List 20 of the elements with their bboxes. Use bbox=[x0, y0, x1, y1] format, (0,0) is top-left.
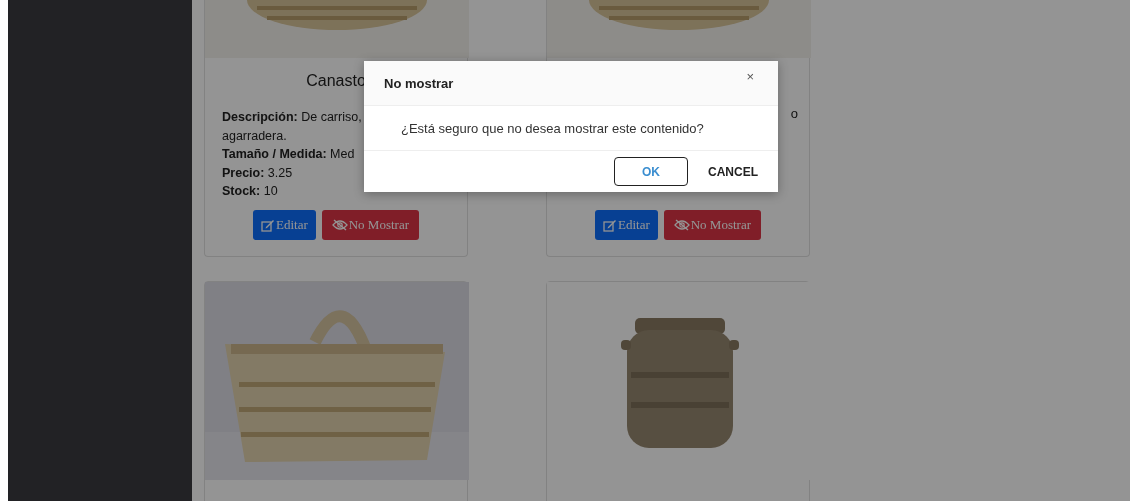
eye-slash-icon bbox=[331, 219, 348, 231]
product-detail: Descripción: De carriso, bbox=[222, 109, 362, 126]
product-detail: Stock: 10 bbox=[222, 183, 278, 200]
eye-slash-icon bbox=[673, 219, 690, 231]
product-detail: Precio: 3.25 bbox=[222, 164, 293, 182]
edit-button[interactable]: Editar bbox=[594, 210, 658, 240]
product-title: Canasto bbox=[306, 72, 366, 91]
product-detail: Tamaño / Medida: Med bbox=[222, 146, 355, 163]
dialog-title: No mostrar bbox=[384, 75, 454, 91]
dialog-message: ¿Está seguro que no desea mostrar este contenido? bbox=[401, 120, 704, 136]
hide-button[interactable]: No Mostrar bbox=[321, 210, 420, 240]
edit-icon bbox=[260, 218, 275, 232]
ok-button[interactable]: OK bbox=[614, 157, 688, 186]
product-detail: agarradera. bbox=[222, 127, 287, 145]
close-button[interactable]: × bbox=[746, 69, 754, 84]
edit-button[interactable]: Editar bbox=[252, 210, 316, 240]
hide-button[interactable]: No Mostrar bbox=[663, 210, 762, 240]
edit-icon bbox=[602, 218, 617, 232]
product-detail: o bbox=[790, 106, 798, 121]
cancel-button[interactable]: CANCEL bbox=[708, 164, 758, 179]
